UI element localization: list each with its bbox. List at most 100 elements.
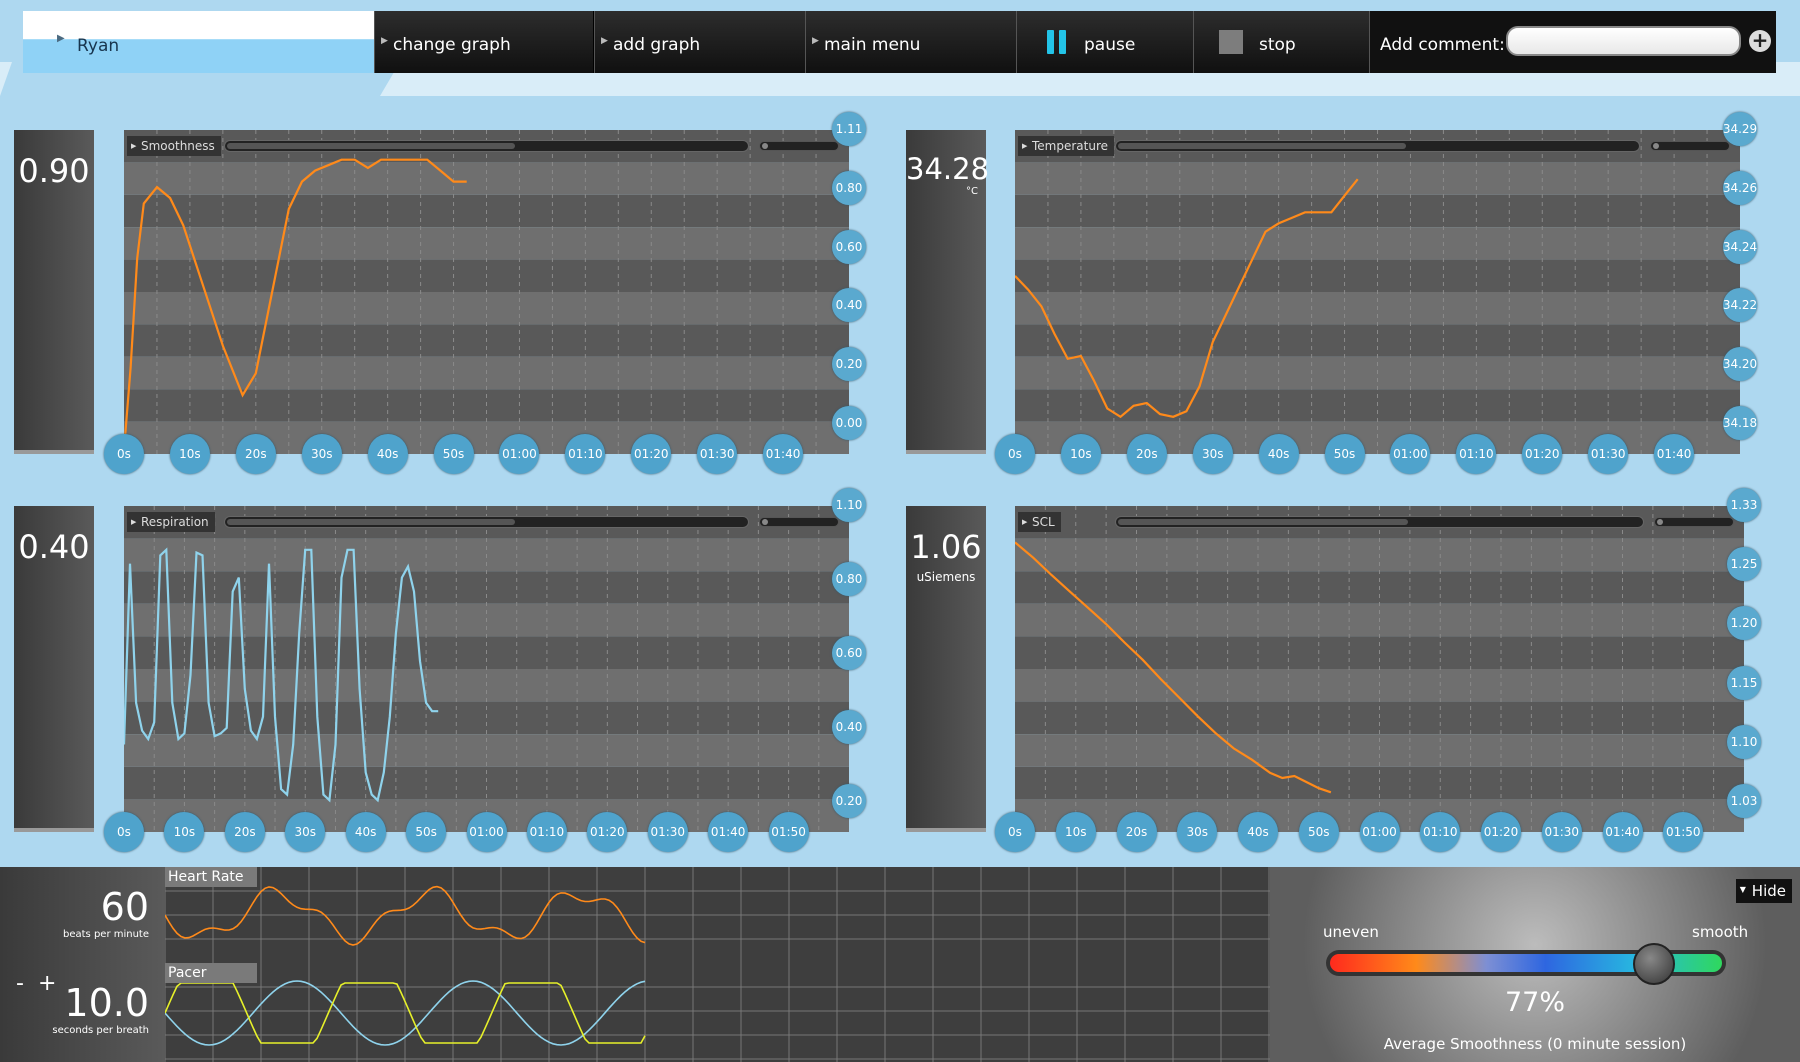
x-tick-label: 01:40 (763, 434, 804, 474)
x-tick-label: 30s (301, 434, 342, 474)
smoothness-value: 0.90 (18, 152, 90, 190)
y-tick-label: 34.26 (1723, 170, 1757, 205)
x-tick-label: 10s (1060, 434, 1101, 474)
heart-rate-graph: Heart Rate (165, 867, 1270, 963)
chart-zoom-slider[interactable] (759, 141, 839, 151)
scrollbar-thumb[interactable] (227, 143, 515, 149)
hide-button[interactable]: Hide (1735, 879, 1792, 903)
smoothness-chart: Smoothness1.110.800.600.400.200.000s10s2… (104, 112, 873, 474)
zoom-knob[interactable] (762, 143, 768, 149)
zoom-knob[interactable] (762, 519, 768, 525)
chart-zoom-slider[interactable] (1650, 141, 1730, 151)
x-tick-label: 01:40 (1654, 434, 1695, 474)
y-tick-label: 1.10 (1727, 724, 1761, 759)
change-graph-button[interactable]: ▶ change graph (374, 11, 593, 73)
y-tick-label: 0.80 (832, 562, 866, 596)
smoothness-value-box: 0.90 (14, 130, 94, 454)
y-tick-label: 1.11 (832, 112, 866, 146)
scrollbar-thumb[interactable] (1118, 519, 1408, 525)
stop-button[interactable]: stop (1193, 11, 1369, 73)
x-tick-label: 01:00 (499, 434, 540, 474)
y-tick-label: 1.25 (1727, 547, 1761, 582)
pacer-box: - + 10.0 seconds per breath (0, 963, 165, 1062)
mini-graph-plot (165, 867, 1270, 963)
smoothness-percent: 77% (1504, 987, 1565, 1018)
x-tick-label: 01:50 (1663, 812, 1704, 852)
user-selector[interactable]: ▶ Ryan (23, 11, 375, 73)
x-tick-label: 01:00 (466, 812, 507, 852)
temperature-value-box: 34.28 °C (906, 130, 989, 454)
change-graph-label: change graph (393, 35, 511, 55)
x-tick-label: 0s (995, 434, 1035, 474)
chart-scrollbar[interactable] (1115, 140, 1640, 152)
x-tick-label: 40s (1258, 434, 1299, 474)
chart-title[interactable]: Respiration (127, 512, 215, 532)
x-tick-label: 01:00 (1390, 434, 1431, 474)
temperature-unit: °C (966, 186, 978, 197)
y-tick-label: 34.29 (1723, 112, 1757, 146)
x-tick-label: 01:40 (708, 812, 749, 852)
temperature-chart: Temperature34.2934.2634.2434.2234.2034.1… (995, 112, 1764, 474)
pacer-graph: Pacer (165, 963, 1270, 1062)
smoothness-caption: Average Smoothness (0 minute session) (1383, 1035, 1687, 1053)
pacer-minus-button[interactable]: - (16, 971, 24, 996)
respiration-value: 0.40 (18, 528, 90, 566)
uneven-label: uneven (1323, 923, 1379, 941)
respiration-chart: Respiration 1.10 0.80 0.60 0.40 0.20 0s 10s 20s 3… (104, 488, 873, 852)
pacer-label: Pacer (165, 963, 257, 983)
x-tick-label: 01:10 (565, 434, 606, 474)
x-tick-label: 0s (104, 812, 144, 852)
y-tick-label: 0.60 (832, 229, 866, 264)
scl-chart: SCL1.331.251.201.151.101.030s10s20s30s40… (995, 488, 1768, 852)
scl-value-box: 1.06 uSiemens (906, 506, 986, 832)
chart-title[interactable]: Temperature (1018, 136, 1115, 156)
triangle-right-icon: ▶ (57, 33, 65, 44)
y-tick-label: 1.03 (1727, 784, 1761, 818)
scrollbar-thumb[interactable] (1118, 143, 1406, 149)
chart-scrollbar[interactable] (224, 140, 749, 152)
x-tick-label: 01:20 (631, 434, 672, 474)
triangle-right-icon: ▶ (381, 36, 388, 46)
x-tick-label: 20s (1126, 434, 1167, 474)
pause-button[interactable]: pause (1016, 11, 1193, 73)
main-menu-label: main menu (824, 35, 921, 55)
y-tick-label: 1.10 (832, 488, 866, 522)
chart-plot (124, 130, 849, 454)
x-tick-label: 01:20 (587, 812, 628, 852)
y-tick-label: 34.20 (1723, 347, 1757, 382)
add-graph-button[interactable]: ▶ add graph (594, 11, 805, 73)
scrollbar-thumb[interactable] (227, 519, 515, 525)
chart-zoom-slider[interactable] (1654, 517, 1734, 527)
heart-rate-box: 60 beats per minute (0, 867, 165, 963)
zoom-knob[interactable] (1657, 519, 1663, 525)
x-tick-label: 0s (104, 434, 144, 474)
x-tick-label: 01:00 (1359, 812, 1400, 852)
smoothness-gauge-knob[interactable] (1633, 943, 1675, 985)
chart-scrollbar[interactable] (224, 516, 749, 528)
chart-zoom-slider[interactable] (759, 517, 839, 527)
pacer-unit: seconds per breath (52, 1025, 149, 1036)
x-tick-label: 20s (224, 812, 265, 852)
pacer-plus-button[interactable]: + (38, 971, 56, 996)
chart-plot (124, 506, 849, 832)
pacer-value: 10.0 (64, 981, 149, 1025)
stop-icon (1219, 30, 1243, 54)
zoom-knob[interactable] (1653, 143, 1659, 149)
x-tick-label: 01:30 (647, 812, 688, 852)
x-tick-label: 10s (164, 812, 205, 852)
add-comment-plus-icon[interactable]: + (1749, 30, 1771, 52)
y-tick-label: 0.40 (832, 710, 866, 744)
chart-title[interactable]: SCL (1018, 512, 1061, 532)
main-menu-button[interactable]: ▶ main menu (805, 11, 1016, 73)
x-tick-label: 30s (1177, 812, 1218, 852)
scl-unit: uSiemens (916, 570, 976, 584)
chart-title[interactable]: Smoothness (127, 136, 221, 156)
chart-scrollbar[interactable] (1115, 516, 1644, 528)
x-tick-label: 50s (1298, 812, 1339, 852)
comment-input[interactable] (1506, 26, 1741, 56)
x-tick-label: 01:10 (526, 812, 567, 852)
respiration-value-box: 0.40 (14, 506, 94, 832)
y-tick-label: 0.80 (832, 170, 866, 205)
x-tick-label: 01:30 (697, 434, 738, 474)
y-tick-label: 0.20 (832, 784, 866, 818)
